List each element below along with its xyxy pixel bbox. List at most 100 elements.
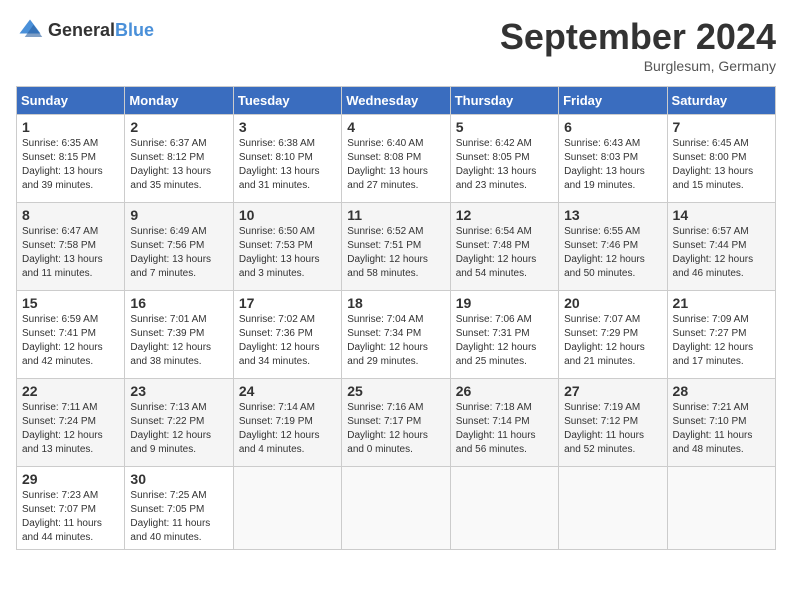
day-info: Sunrise: 6:47 AMSunset: 7:58 PMDaylight:… — [22, 225, 119, 281]
day-number: 29 — [22, 471, 119, 487]
day-info: Sunrise: 7:25 AMSunset: 7:05 PMDaylight:… — [130, 489, 227, 545]
day-header-thursday: Thursday — [450, 87, 558, 115]
day-number: 24 — [239, 383, 336, 399]
calendar-cell: 4Sunrise: 6:40 AMSunset: 8:08 PMDaylight… — [342, 115, 450, 203]
day-info: Sunrise: 6:35 AMSunset: 8:15 PMDaylight:… — [22, 137, 119, 193]
calendar-cell: 14 Sunrise: 6:57 AMSunset: 7:44 PMDayligh… — [667, 203, 775, 291]
calendar-week-1: 1 Sunrise: 6:35 AMSunset: 8:15 PMDaylight… — [17, 115, 776, 203]
calendar-cell: 29Sunrise: 7:23 AMSunset: 7:07 PMDayligh… — [17, 467, 125, 550]
calendar-week-5: 29Sunrise: 7:23 AMSunset: 7:07 PMDayligh… — [17, 467, 776, 550]
day-info: Sunrise: 6:45 AMSunset: 8:00 PMDaylight:… — [673, 137, 770, 193]
location: Burglesum, Germany — [500, 58, 776, 74]
day-number: 26 — [456, 383, 553, 399]
day-number: 28 — [673, 383, 770, 399]
day-header-sunday: Sunday — [17, 87, 125, 115]
calendar-cell: 24 Sunrise: 7:14 AMSunset: 7:19 PMDayligh… — [233, 379, 341, 467]
day-info: Sunrise: 6:57 AMSunset: 7:44 PMDaylight:… — [673, 225, 770, 281]
calendar-header-row: SundayMondayTuesdayWednesdayThursdayFrid… — [17, 87, 776, 115]
calendar-cell: 30 Sunrise: 7:25 AMSunset: 7:05 PMDayligh… — [125, 467, 233, 550]
calendar-cell: 12Sunrise: 6:54 AMSunset: 7:48 PMDayligh… — [450, 203, 558, 291]
day-info: Sunrise: 7:09 AMSunset: 7:27 PMDaylight:… — [673, 313, 770, 369]
calendar-cell: 23 Sunrise: 7:13 AMSunset: 7:22 PMDayligh… — [125, 379, 233, 467]
day-number: 23 — [130, 383, 227, 399]
day-number: 25 — [347, 383, 444, 399]
day-info: Sunrise: 7:21 AMSunset: 7:10 PMDaylight:… — [673, 401, 770, 457]
calendar-cell: 18Sunrise: 7:04 AMSunset: 7:34 PMDayligh… — [342, 291, 450, 379]
day-number: 3 — [239, 119, 336, 135]
day-info: Sunrise: 7:13 AMSunset: 7:22 PMDaylight:… — [130, 401, 227, 457]
day-info: Sunrise: 7:19 AMSunset: 7:12 PMDaylight:… — [564, 401, 661, 457]
day-header-monday: Monday — [125, 87, 233, 115]
calendar-cell — [233, 467, 341, 550]
day-number: 1 — [22, 119, 119, 135]
day-number: 20 — [564, 295, 661, 311]
calendar-week-4: 22 Sunrise: 7:11 AMSunset: 7:24 PMDayligh… — [17, 379, 776, 467]
day-info: Sunrise: 6:40 AMSunset: 8:08 PMDaylight:… — [347, 137, 444, 193]
day-number: 9 — [130, 207, 227, 223]
day-info: Sunrise: 7:14 AMSunset: 7:19 PMDaylight:… — [239, 401, 336, 457]
calendar-cell: 28 Sunrise: 7:21 AMSunset: 7:10 PMDayligh… — [667, 379, 775, 467]
logo-text: GeneralBlue — [48, 20, 154, 41]
day-header-wednesday: Wednesday — [342, 87, 450, 115]
calendar-cell — [342, 467, 450, 550]
day-info: Sunrise: 6:38 AMSunset: 8:10 PMDaylight:… — [239, 137, 336, 193]
day-number: 14 — [673, 207, 770, 223]
calendar-cell: 3 Sunrise: 6:38 AMSunset: 8:10 PMDaylight… — [233, 115, 341, 203]
day-number: 10 — [239, 207, 336, 223]
day-info: Sunrise: 7:11 AMSunset: 7:24 PMDaylight:… — [22, 401, 119, 457]
calendar-cell — [450, 467, 558, 550]
day-info: Sunrise: 7:16 AMSunset: 7:17 PMDaylight:… — [347, 401, 444, 457]
day-info: Sunrise: 7:01 AMSunset: 7:39 PMDaylight:… — [130, 313, 227, 369]
day-number: 11 — [347, 207, 444, 223]
day-info: Sunrise: 6:54 AMSunset: 7:48 PMDaylight:… — [456, 225, 553, 281]
logo-blue: Blue — [115, 20, 154, 40]
day-number: 30 — [130, 471, 227, 487]
day-number: 2 — [130, 119, 227, 135]
day-info: Sunrise: 6:59 AMSunset: 7:41 PMDaylight:… — [22, 313, 119, 369]
day-info: Sunrise: 6:49 AMSunset: 7:56 PMDaylight:… — [130, 225, 227, 281]
calendar-cell: 8 Sunrise: 6:47 AMSunset: 7:58 PMDaylight… — [17, 203, 125, 291]
day-number: 21 — [673, 295, 770, 311]
day-header-friday: Friday — [559, 87, 667, 115]
day-number: 22 — [22, 383, 119, 399]
calendar-cell: 26Sunrise: 7:18 AMSunset: 7:14 PMDayligh… — [450, 379, 558, 467]
day-info: Sunrise: 6:42 AMSunset: 8:05 PMDaylight:… — [456, 137, 553, 193]
day-number: 18 — [347, 295, 444, 311]
logo: GeneralBlue — [16, 16, 154, 44]
calendar-week-3: 15 Sunrise: 6:59 AMSunset: 7:41 PMDayligh… — [17, 291, 776, 379]
calendar-table: SundayMondayTuesdayWednesdayThursdayFrid… — [16, 86, 776, 550]
logo-general: General — [48, 20, 115, 40]
calendar-cell: 2Sunrise: 6:37 AMSunset: 8:12 PMDaylight… — [125, 115, 233, 203]
calendar-cell: 9 Sunrise: 6:49 AMSunset: 7:56 PMDaylight… — [125, 203, 233, 291]
calendar-cell: 17Sunrise: 7:02 AMSunset: 7:36 PMDayligh… — [233, 291, 341, 379]
calendar-week-2: 8 Sunrise: 6:47 AMSunset: 7:58 PMDaylight… — [17, 203, 776, 291]
day-header-saturday: Saturday — [667, 87, 775, 115]
calendar-cell: 11 Sunrise: 6:52 AMSunset: 7:51 PMDayligh… — [342, 203, 450, 291]
calendar-cell: 25 Sunrise: 7:16 AMSunset: 7:17 PMDayligh… — [342, 379, 450, 467]
calendar-cell: 5 Sunrise: 6:42 AMSunset: 8:05 PMDaylight… — [450, 115, 558, 203]
day-number: 27 — [564, 383, 661, 399]
logo-icon — [16, 16, 44, 44]
day-number: 16 — [130, 295, 227, 311]
day-info: Sunrise: 6:50 AMSunset: 7:53 PMDaylight:… — [239, 225, 336, 281]
day-number: 19 — [456, 295, 553, 311]
day-info: Sunrise: 6:55 AMSunset: 7:46 PMDaylight:… — [564, 225, 661, 281]
day-number: 8 — [22, 207, 119, 223]
day-number: 5 — [456, 119, 553, 135]
page-header: GeneralBlue September 2024 Burglesum, Ge… — [16, 16, 776, 74]
day-number: 15 — [22, 295, 119, 311]
calendar-cell: 16 Sunrise: 7:01 AMSunset: 7:39 PMDayligh… — [125, 291, 233, 379]
calendar-cell: 1 Sunrise: 6:35 AMSunset: 8:15 PMDaylight… — [17, 115, 125, 203]
calendar-cell: 10 Sunrise: 6:50 AMSunset: 7:53 PMDayligh… — [233, 203, 341, 291]
day-info: Sunrise: 7:07 AMSunset: 7:29 PMDaylight:… — [564, 313, 661, 369]
calendar-cell: 6Sunrise: 6:43 AMSunset: 8:03 PMDaylight… — [559, 115, 667, 203]
day-info: Sunrise: 6:52 AMSunset: 7:51 PMDaylight:… — [347, 225, 444, 281]
month-title: September 2024 — [500, 16, 776, 58]
day-header-tuesday: Tuesday — [233, 87, 341, 115]
calendar-cell: 7Sunrise: 6:45 AMSunset: 8:00 PMDaylight… — [667, 115, 775, 203]
calendar-cell — [667, 467, 775, 550]
calendar-cell: 19Sunrise: 7:06 AMSunset: 7:31 PMDayligh… — [450, 291, 558, 379]
day-number: 17 — [239, 295, 336, 311]
calendar-cell: 15 Sunrise: 6:59 AMSunset: 7:41 PMDayligh… — [17, 291, 125, 379]
day-number: 13 — [564, 207, 661, 223]
